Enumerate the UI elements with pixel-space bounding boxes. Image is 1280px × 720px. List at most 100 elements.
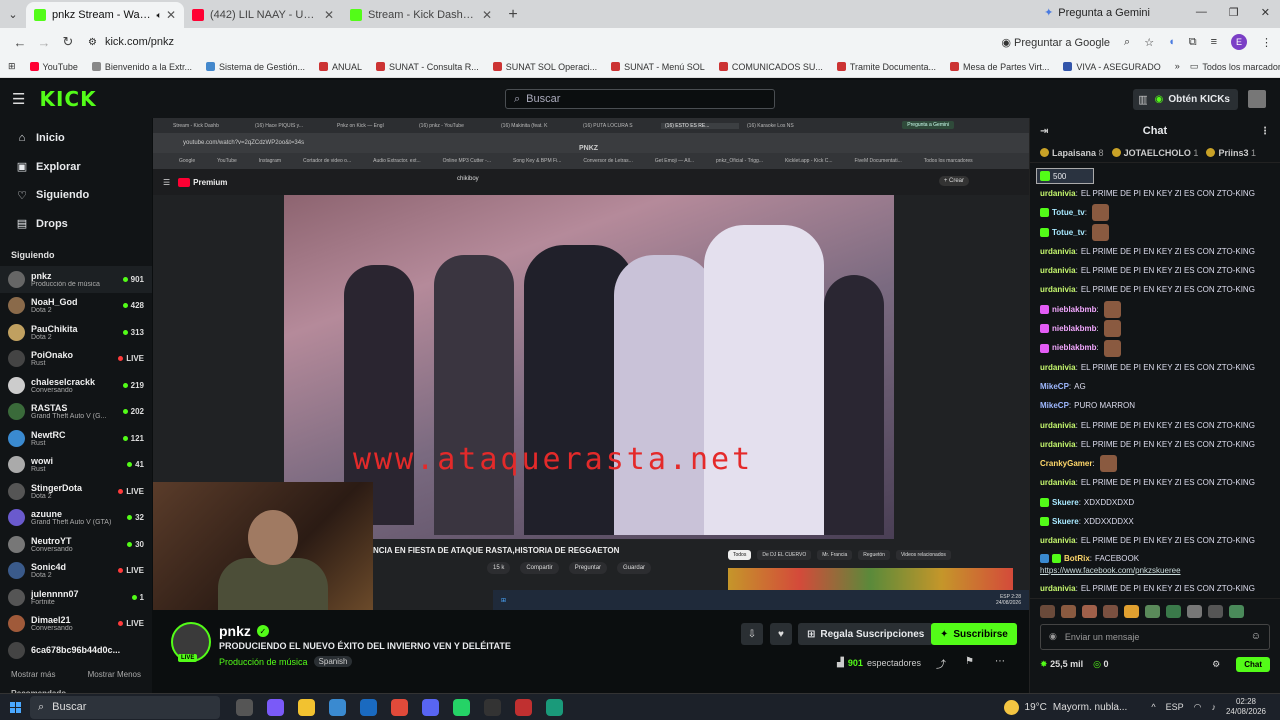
taskbar-search[interactable]: ⌕ Buscar	[30, 695, 220, 719]
send-chat-button[interactable]: Chat	[1236, 656, 1270, 672]
ask-google-button[interactable]: ◉ Preguntar a Google	[1001, 36, 1110, 49]
media-control-icon[interactable]: ≡	[1211, 36, 1217, 48]
sidebar-item-inicio[interactable]: ⌂ Inicio	[0, 124, 152, 153]
tab-search-icon[interactable]: ⌄	[0, 0, 26, 28]
chat-options-icon[interactable]: ⋮	[1260, 126, 1270, 137]
chat-link[interactable]: https://www.facebook.com/pnkzskueree	[1040, 565, 1181, 577]
following-channel[interactable]: julennnn07 Fortnite 1	[0, 584, 152, 611]
wifi-icon[interactable]: ◠	[1194, 702, 1202, 713]
taskbar-clock[interactable]: 02:28 24/08/2026	[1226, 697, 1266, 717]
following-channel[interactable]: PoiOnako Rust LIVE	[0, 346, 152, 373]
tray-chevron-icon[interactable]: ^	[1151, 702, 1155, 712]
chat-username[interactable]: Skuere	[1052, 493, 1079, 512]
site-info-icon[interactable]: ⚙︎	[88, 37, 97, 48]
browser-tab-0[interactable]: pnkz Stream - Watch Live o 🔈︎ ✕	[26, 2, 184, 28]
emote-icon[interactable]	[1145, 604, 1160, 618]
chat-username[interactable]: urdanivia	[1040, 435, 1076, 454]
tab-close-icon[interactable]: ✕	[324, 8, 334, 22]
back-icon[interactable]: ←	[8, 35, 32, 50]
following-channel[interactable]: NewtRC Rust 121	[0, 425, 152, 452]
minimize-icon[interactable]: —	[1196, 6, 1207, 19]
get-kicks-button[interactable]: ◉ Obtén KICKs	[1146, 89, 1238, 110]
following-channel[interactable]: 6ca678bc96b44d0c...	[0, 637, 152, 664]
bookmark-item[interactable]: ANUAL	[319, 62, 362, 72]
chat-settings-icon[interactable]: ⚙︎	[1212, 659, 1220, 670]
profile-avatar[interactable]: E	[1231, 34, 1247, 50]
show-less-link[interactable]: Mostrar Menos	[88, 670, 141, 679]
pinned-gift[interactable]: 500	[1036, 168, 1094, 184]
chrome-icon[interactable]	[391, 698, 408, 716]
bookmark-item[interactable]: SUNAT - Menú SOL	[611, 62, 705, 72]
user-avatar[interactable]	[1248, 90, 1266, 108]
bookmark-item[interactable]: VIVA - ASEGURADO	[1063, 62, 1161, 72]
following-channel[interactable]: Dimael21 Conversando LIVE	[0, 611, 152, 638]
browser-tab-2[interactable]: Stream - Kick Dashboard ✕	[342, 2, 500, 28]
zoom-icon[interactable]: ⌕	[1124, 36, 1130, 49]
following-channel[interactable]: NeutroYT Conversando 30	[0, 531, 152, 558]
chat-username[interactable]: Totue_tv	[1052, 223, 1085, 242]
following-channel[interactable]: NoaH_God Dota 2 428	[0, 293, 152, 320]
streamer-name[interactable]: pnkz	[219, 623, 251, 639]
close-window-icon[interactable]: ✕	[1261, 6, 1270, 19]
obs-icon[interactable]	[484, 698, 501, 716]
tray-lang[interactable]: ESP	[1166, 702, 1184, 712]
sidebar-item-siguiendo[interactable]: ♡ Siguiendo	[0, 181, 152, 210]
emote-icon[interactable]	[1166, 604, 1181, 618]
following-channel[interactable]: chaleselcrackk Conversando 219	[0, 372, 152, 399]
chat-username[interactable]: urdanivia	[1040, 184, 1076, 203]
following-channel[interactable]: pnkz Producción de música 901	[0, 266, 152, 293]
reload-icon[interactable]: ↻	[56, 34, 80, 50]
chat-username[interactable]: MikeCP	[1040, 396, 1069, 415]
search-input[interactable]: ⌕ Buscar	[505, 89, 775, 109]
gemini-button[interactable]: ✦ Pregunta a Gemini	[1044, 6, 1150, 20]
chat-username[interactable]: urdanivia	[1040, 358, 1076, 377]
subscribe-button[interactable]: ✦ Suscribirse	[931, 623, 1017, 645]
app-icon[interactable]	[515, 698, 532, 716]
show-more-link[interactable]: Mostrar más	[11, 670, 55, 679]
extensions-puzzle-icon[interactable]: ⧉	[1189, 36, 1197, 49]
following-channel[interactable]: RASTAS Grand Theft Auto V (G... 202	[0, 399, 152, 426]
app-icon-green[interactable]	[546, 698, 563, 716]
file-explorer-icon[interactable]	[298, 698, 315, 716]
chat-username[interactable]: urdanivia	[1040, 579, 1076, 598]
emote-icon[interactable]	[1229, 604, 1244, 618]
chat-username[interactable]: nieblakbmb	[1052, 319, 1096, 338]
chat-username[interactable]: nieblakbmb	[1052, 300, 1096, 319]
chat-username[interactable]: nieblakbmb	[1052, 338, 1096, 357]
hamburger-menu-icon[interactable]: ☰	[12, 90, 25, 108]
more-bookmarks-icon[interactable]: »	[1175, 61, 1180, 72]
chat-username[interactable]: urdanivia	[1040, 280, 1076, 299]
menu-kebab-icon[interactable]: ⋮	[1261, 36, 1272, 49]
restore-icon[interactable]: ❐	[1229, 6, 1239, 19]
emote-icon[interactable]	[1061, 604, 1076, 618]
chat-username[interactable]: urdanivia	[1040, 416, 1076, 435]
extension-icon[interactable]: ◖	[1168, 36, 1175, 48]
bookmark-item[interactable]: YouTube	[29, 62, 78, 72]
emote-icon[interactable]	[1082, 604, 1097, 618]
following-channel[interactable]: Sonic4d Dota 2 LIVE	[0, 558, 152, 585]
emote-icon[interactable]	[1187, 604, 1202, 618]
copilot-icon[interactable]	[267, 698, 284, 716]
chat-username[interactable]: BotRix	[1064, 553, 1090, 565]
discord-icon[interactable]	[422, 698, 439, 716]
chat-username[interactable]: urdanivia	[1040, 473, 1076, 492]
video-player[interactable]: Stream - Kick Dashb (16) Hace PIQUIS y...…	[153, 118, 1029, 610]
following-channel[interactable]: azuune Grand Theft Auto V (GTA) 32	[0, 505, 152, 532]
more-options-icon[interactable]: ⋯	[995, 656, 1005, 667]
apps-grid-icon[interactable]: ⊞	[8, 61, 16, 72]
emote-icon[interactable]	[1103, 604, 1118, 618]
bookmark-item[interactable]: SUNAT SOL Operaci...	[492, 62, 597, 72]
chat-username[interactable]: CrankyGamer	[1040, 454, 1092, 473]
weather-widget[interactable]: 19°C Mayorm. nubla...	[1003, 699, 1127, 715]
forward-icon[interactable]: →	[32, 35, 56, 50]
emoji-icon[interactable]: ☺	[1251, 631, 1261, 642]
emote-icon[interactable]	[1040, 604, 1055, 618]
bookmark-star-icon[interactable]: ☆	[1144, 36, 1154, 49]
download-icon[interactable]: ⇩	[741, 623, 763, 645]
chat-username[interactable]: Skuere	[1052, 512, 1079, 531]
bookmark-item[interactable]: Sistema de Gestión...	[205, 62, 305, 72]
emote-icon[interactable]	[1124, 604, 1139, 618]
tab-close-icon[interactable]: ✕	[482, 8, 492, 22]
chat-username[interactable]: urdanivia	[1040, 531, 1076, 550]
language-tag[interactable]: Spanish	[313, 656, 353, 667]
